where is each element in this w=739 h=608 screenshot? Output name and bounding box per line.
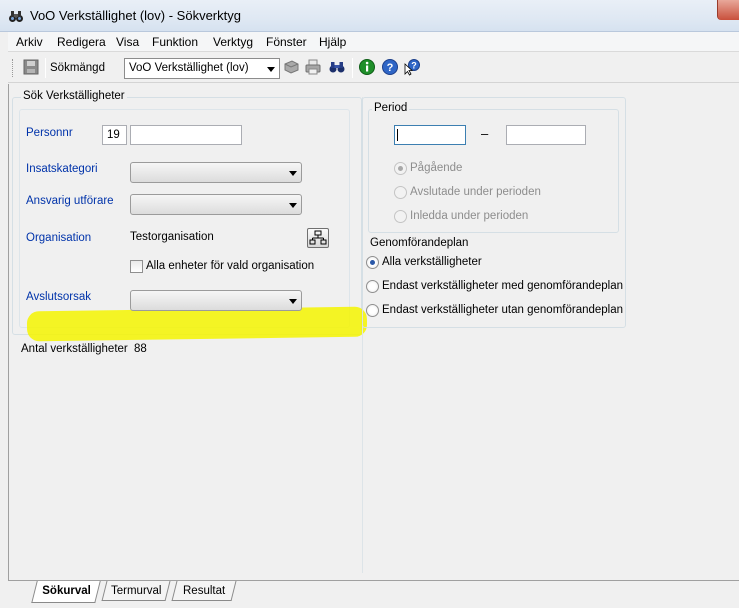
- org-tree-icon: [309, 230, 327, 245]
- insatskategori-dropdown[interactable]: [130, 162, 302, 183]
- avslutsorsak-label: Avslutsorsak: [26, 291, 91, 303]
- info-icon[interactable]: [358, 58, 376, 76]
- search-group-label: Sök Verkställigheter: [21, 90, 127, 102]
- count-label: Antal verkställigheter: [21, 343, 128, 355]
- menu-funktion[interactable]: Funktion: [152, 35, 198, 49]
- personnr-prefix-value: 19: [107, 129, 120, 141]
- search-set-label: Sökmängd: [50, 62, 105, 74]
- plan-radio-alla[interactable]: [366, 256, 379, 269]
- toolbar-separator: [45, 58, 46, 78]
- plan-radio-utan[interactable]: [366, 304, 379, 317]
- plan-option-utan: Endast verkställigheter utan genomförand…: [382, 304, 624, 316]
- plan-option-med: Endast verkställigheter med genomförande…: [382, 280, 624, 292]
- binoculars-icon: [9, 11, 23, 22]
- period-radio-avslutade[interactable]: [394, 186, 407, 199]
- chevron-down-icon: [289, 299, 297, 304]
- tab-sokurval-label: Sökurval: [41, 585, 91, 597]
- plan-group-label: Genomförandeplan: [368, 237, 471, 249]
- period-radio-pagaende[interactable]: [394, 162, 407, 175]
- menu-arkiv[interactable]: Arkiv: [16, 35, 43, 49]
- menu-redigera[interactable]: Redigera: [57, 35, 106, 49]
- chevron-down-icon: [267, 67, 275, 72]
- period-to-field[interactable]: [506, 125, 586, 145]
- chevron-down-icon: [289, 203, 297, 208]
- print-icon[interactable]: [304, 58, 322, 76]
- chevron-down-icon: [289, 171, 297, 176]
- menu-fonster[interactable]: Fönster: [266, 35, 307, 49]
- ansvarig-utforare-label: Ansvarig utförare: [26, 195, 114, 207]
- svg-text:?: ?: [387, 62, 394, 74]
- search-set-value: VoO Verkställighet (lov): [129, 62, 249, 74]
- menu-hjalp[interactable]: Hjälp: [319, 35, 346, 49]
- period-option-avslutade: Avslutade under perioden: [410, 186, 541, 198]
- toolbar: Sökmängd VoO Verkställighet (lov) ? ?: [8, 53, 739, 83]
- period-radio-inledda[interactable]: [394, 210, 407, 223]
- yellow-highlight: [26, 306, 368, 342]
- menu-verktyg[interactable]: Verktyg: [213, 35, 253, 49]
- organisation-label: Organisation: [26, 232, 92, 244]
- personnr-label: Personnr: [26, 127, 73, 139]
- tab-termurval-label: Termurval: [110, 585, 162, 597]
- save-icon[interactable]: [22, 58, 40, 76]
- period-from-field[interactable]: [394, 125, 466, 145]
- organisation-picker-button[interactable]: [307, 228, 329, 248]
- tab-termurval[interactable]: Termurval: [101, 581, 171, 601]
- personnr-field[interactable]: [130, 125, 242, 145]
- ansvarig-utforare-dropdown[interactable]: [130, 194, 302, 215]
- find-icon[interactable]: [328, 58, 346, 76]
- close-button[interactable]: [717, 0, 739, 20]
- tab-resultat[interactable]: Resultat: [171, 581, 237, 601]
- insatskategori-label: Insatskategori: [26, 163, 98, 175]
- period-option-pagaende: Pågående: [410, 162, 463, 174]
- menu-bar: Arkiv Redigera Visa Funktion Verktyg Fön…: [8, 32, 739, 52]
- plan-option-alla: Alla verkställigheter: [382, 256, 482, 268]
- tab-strip: Sökurval Termurval Resultat: [8, 580, 739, 608]
- count-value: 88: [134, 343, 147, 355]
- avslutsorsak-dropdown[interactable]: [130, 290, 302, 311]
- personnr-prefix-field[interactable]: 19: [102, 125, 127, 145]
- search-set-dropdown[interactable]: VoO Verkställighet (lov): [124, 58, 280, 79]
- toolbar-separator: [352, 58, 353, 78]
- all-units-checkbox[interactable]: [130, 260, 143, 273]
- menu-visa[interactable]: Visa: [116, 35, 139, 49]
- tab-sokurval[interactable]: Sökurval: [31, 581, 101, 603]
- help-icon[interactable]: ?: [381, 58, 399, 76]
- window-title: VoO Verkställighet (lov) - Sökverktyg: [30, 8, 241, 23]
- period-option-inledda: Inledda under perioden: [410, 210, 529, 222]
- search-panel: Sök Verkställigheter Personnr 19 Insatsk…: [8, 84, 739, 580]
- text-caret: [397, 129, 398, 141]
- all-units-label: Alla enheter för vald organisation: [146, 260, 315, 272]
- period-group-label: Period: [372, 102, 410, 114]
- print-preview-icon[interactable]: [282, 58, 300, 76]
- toolbar-grip[interactable]: [12, 59, 14, 77]
- period-dash: –: [481, 126, 489, 141]
- title-bar: VoO Verkställighet (lov) - Sökverktyg: [0, 0, 739, 32]
- svg-text:?: ?: [411, 61, 417, 71]
- context-help-icon[interactable]: ?: [403, 58, 421, 76]
- plan-radio-med[interactable]: [366, 280, 379, 293]
- tab-resultat-label: Resultat: [182, 585, 226, 597]
- organisation-value: Testorganisation: [130, 231, 214, 243]
